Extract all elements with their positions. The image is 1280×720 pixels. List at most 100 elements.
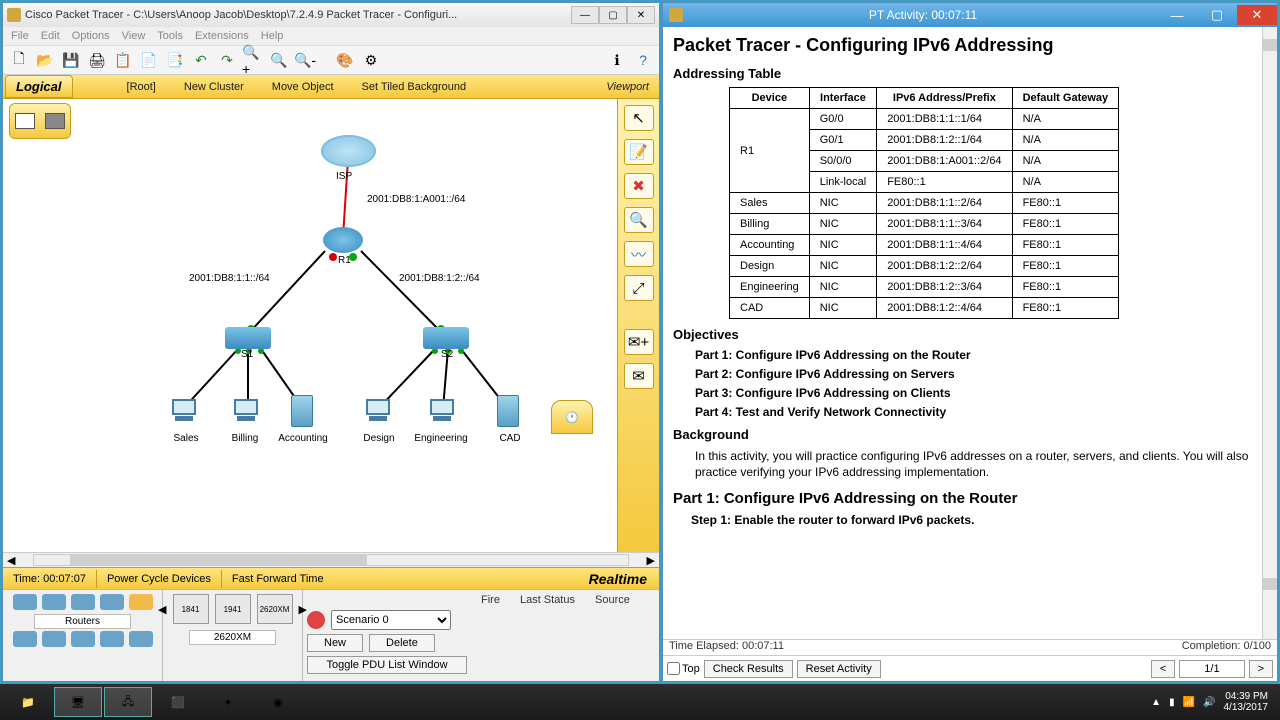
close-button[interactable]: ✕ bbox=[627, 6, 655, 24]
note-tool-icon[interactable]: 📝 bbox=[624, 139, 654, 165]
activity-body[interactable]: Packet Tracer - Configuring IPv6 Address… bbox=[663, 27, 1277, 639]
new-scenario-button[interactable]: New bbox=[307, 634, 363, 652]
undo-icon[interactable]: ↶ bbox=[189, 48, 213, 72]
delete-tool-icon[interactable]: ✖ bbox=[624, 173, 654, 199]
menu-tools[interactable]: Tools bbox=[157, 30, 183, 42]
task-pt-icon[interactable]: 🖥 bbox=[54, 687, 102, 717]
pc-engineering[interactable] bbox=[427, 399, 457, 425]
custom-device-icon[interactable]: ⚙ bbox=[359, 48, 383, 72]
reset-activity-button[interactable]: Reset Activity bbox=[797, 660, 881, 678]
top-checkbox[interactable]: Top bbox=[667, 662, 700, 675]
paste-icon[interactable]: 📑 bbox=[163, 48, 187, 72]
move-object-link[interactable]: Move Object bbox=[258, 81, 348, 93]
pc-billing[interactable] bbox=[231, 399, 261, 425]
model-1841[interactable]: 1841 bbox=[173, 594, 209, 624]
isp-cloud[interactable] bbox=[321, 135, 376, 167]
right-subnet: 2001:DB8:1:2::/64 bbox=[399, 273, 480, 284]
menu-file[interactable]: File bbox=[11, 30, 29, 42]
palette-icon[interactable]: 🎨 bbox=[333, 48, 357, 72]
cat-routers-icon[interactable] bbox=[13, 594, 37, 610]
cat-custom-icon[interactable] bbox=[100, 631, 124, 647]
menu-extensions[interactable]: Extensions bbox=[195, 30, 249, 42]
set-bg-link[interactable]: Set Tiled Background bbox=[348, 81, 481, 93]
realtime-tab[interactable]: Realtime bbox=[577, 568, 659, 590]
activity-scrollbar[interactable] bbox=[1262, 27, 1277, 639]
server-cad[interactable] bbox=[497, 395, 519, 427]
pt-titlebar[interactable]: Cisco Packet Tracer - C:\Users\Anoop Jac… bbox=[3, 3, 659, 27]
task-misc-icon[interactable]: ✦ bbox=[204, 687, 252, 717]
zoom-out-icon[interactable]: 🔍- bbox=[293, 48, 317, 72]
draw-tool-icon[interactable]: 〰 bbox=[624, 241, 654, 267]
help-icon[interactable]: ? bbox=[631, 48, 655, 72]
next-page-button[interactable]: > bbox=[1249, 660, 1273, 678]
inspect-tool-icon[interactable]: 🔍 bbox=[624, 207, 654, 233]
minimize-button[interactable]: — bbox=[571, 6, 599, 24]
cat-end-icon[interactable] bbox=[13, 631, 37, 647]
menu-help[interactable]: Help bbox=[261, 30, 284, 42]
task-explorer-icon[interactable]: 📁 bbox=[4, 687, 52, 717]
zoom-reset-icon[interactable]: 🔍 bbox=[267, 48, 291, 72]
wizard-icon[interactable]: 📋 bbox=[111, 48, 135, 72]
save-icon[interactable]: 💾 bbox=[59, 48, 83, 72]
navigation-widget[interactable] bbox=[9, 103, 71, 139]
menu-options[interactable]: Options bbox=[72, 30, 110, 42]
router-r1[interactable] bbox=[323, 227, 363, 253]
server-accounting[interactable] bbox=[291, 395, 313, 427]
cat-wan-icon[interactable] bbox=[71, 631, 95, 647]
cat-connections-icon[interactable] bbox=[129, 594, 153, 610]
activity-minimize-button[interactable]: — bbox=[1157, 5, 1197, 25]
logical-tab[interactable]: Logical bbox=[5, 75, 73, 98]
realtime-badge[interactable]: 🕐 bbox=[551, 400, 593, 434]
tray-volume-icon[interactable]: 🔊 bbox=[1203, 697, 1215, 708]
menu-edit[interactable]: Edit bbox=[41, 30, 60, 42]
taskbar-clock[interactable]: 04:39 PM 4/13/2017 bbox=[1224, 691, 1269, 713]
open-file-icon[interactable]: 📂 bbox=[33, 48, 57, 72]
task-chrome-icon[interactable]: ◉ bbox=[254, 687, 302, 717]
system-tray[interactable]: ▲ ▮ 📶 🔊 04:39 PM 4/13/2017 bbox=[1151, 691, 1276, 713]
redo-icon[interactable]: ↷ bbox=[215, 48, 239, 72]
resize-tool-icon[interactable]: ⤢ bbox=[624, 275, 654, 301]
check-results-button[interactable]: Check Results bbox=[704, 660, 793, 678]
menu-view[interactable]: View bbox=[122, 30, 146, 42]
cat-multi-icon[interactable] bbox=[129, 631, 153, 647]
simple-pdu-icon[interactable]: ✉+ bbox=[624, 329, 654, 355]
fast-forward-link[interactable]: Fast Forward Time bbox=[222, 570, 334, 588]
info-icon[interactable]: ℹ bbox=[605, 48, 629, 72]
pc-design[interactable] bbox=[363, 399, 393, 425]
model-1941[interactable]: 1941 bbox=[215, 594, 251, 624]
copy-icon[interactable]: 📄 bbox=[137, 48, 161, 72]
scenario-select[interactable]: Scenario 0 bbox=[331, 610, 451, 630]
activity-maximize-button[interactable]: ▢ bbox=[1197, 5, 1237, 25]
new-cluster-link[interactable]: New Cluster bbox=[170, 81, 258, 93]
switch-s2[interactable] bbox=[423, 327, 469, 349]
delete-scenario-button[interactable]: Delete bbox=[369, 634, 435, 652]
h-scrollbar[interactable]: ◀▶ bbox=[3, 552, 659, 567]
pc-sales[interactable] bbox=[169, 399, 199, 425]
print-icon[interactable]: 🖨 bbox=[85, 48, 109, 72]
task-pt2-icon[interactable]: 🖧 bbox=[104, 687, 152, 717]
new-file-icon[interactable]: 🗋 bbox=[7, 48, 31, 72]
activity-close-button[interactable]: ✕ bbox=[1237, 5, 1277, 25]
complex-pdu-icon[interactable]: ✉ bbox=[624, 363, 654, 389]
toggle-pdu-button[interactable]: Toggle PDU List Window bbox=[307, 656, 467, 674]
root-link[interactable]: [Root] bbox=[113, 81, 170, 93]
select-tool-icon[interactable]: ↖ bbox=[624, 105, 654, 131]
models-prev-icon[interactable]: ◀ bbox=[158, 603, 166, 616]
tray-network-icon[interactable]: 📶 bbox=[1183, 697, 1195, 708]
cat-security-icon[interactable] bbox=[42, 631, 66, 647]
tray-up-icon[interactable]: ▲ bbox=[1151, 697, 1161, 708]
prev-page-button[interactable]: < bbox=[1151, 660, 1175, 678]
zoom-in-icon[interactable]: 🔍+ bbox=[241, 48, 265, 72]
task-app-icon[interactable]: ⬛ bbox=[154, 687, 202, 717]
cat-switches-icon[interactable] bbox=[42, 594, 66, 610]
cat-hubs-icon[interactable] bbox=[71, 594, 95, 610]
viewport-link[interactable]: Viewport bbox=[596, 78, 659, 96]
model-2620xm[interactable]: 2620XM bbox=[257, 594, 293, 624]
activity-titlebar[interactable]: PT Activity: 00:07:11 — ▢ ✕ bbox=[663, 3, 1277, 27]
maximize-button[interactable]: ▢ bbox=[599, 6, 627, 24]
switch-s1[interactable] bbox=[225, 327, 271, 349]
cat-wireless-icon[interactable] bbox=[100, 594, 124, 610]
power-cycle-link[interactable]: Power Cycle Devices bbox=[97, 570, 222, 588]
topology-canvas[interactable]: ISP 2001:DB8:1:A001::/64 R1 2001:DB8:1:1… bbox=[3, 99, 617, 552]
tray-battery-icon[interactable]: ▮ bbox=[1169, 697, 1175, 708]
